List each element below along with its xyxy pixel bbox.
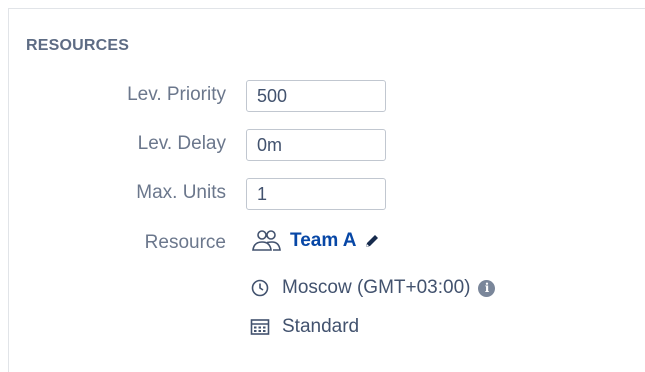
section-title: RESOURCES (26, 37, 130, 54)
info-icon[interactable]: i (478, 279, 496, 297)
calendar-icon (250, 318, 270, 336)
lev-delay-input[interactable] (246, 129, 386, 161)
lev-priority-input[interactable] (246, 80, 386, 112)
lev-delay-label: Lev. Delay (137, 133, 226, 154)
resource-label: Resource (144, 232, 226, 253)
clock-icon (250, 278, 270, 298)
max-units-label: Max. Units (136, 182, 226, 203)
timezone-text: Moscow (GMT+03:00) (282, 277, 471, 298)
max-units-input[interactable] (246, 178, 386, 210)
team-users-icon (250, 229, 282, 253)
pencil-icon[interactable] (363, 232, 381, 250)
calendar-text: Standard (282, 316, 360, 337)
timezone-row: Moscow (GMT+03:00) i (250, 277, 496, 299)
lev-priority-label: Lev. Priority (127, 84, 226, 105)
team-link[interactable]: Team A (290, 230, 357, 252)
resource-team-row: Team A (250, 229, 381, 253)
calendar-row: Standard (250, 316, 359, 338)
